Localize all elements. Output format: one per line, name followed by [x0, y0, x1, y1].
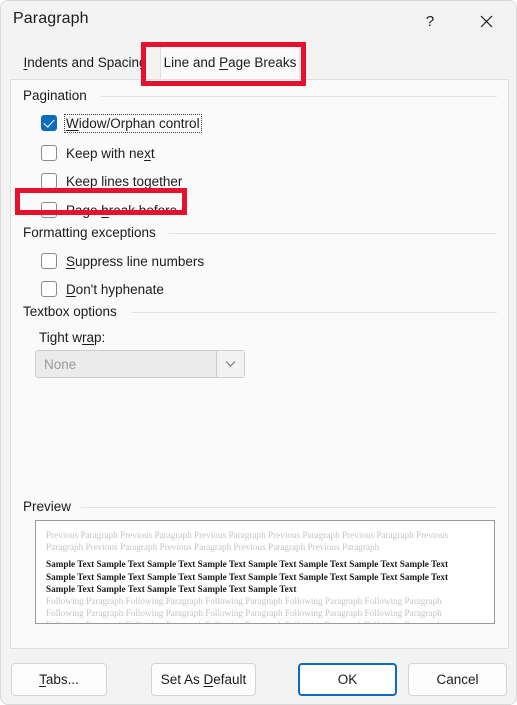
checkbox-label: Suppress line numbers	[66, 253, 205, 269]
preview-sample-line: Sample Text Sample Text Sample Text Samp…	[46, 571, 449, 582]
paragraph-preview: Previous Paragraph Previous Paragraph Pr…	[35, 520, 495, 624]
preview-following-line: Following Paragraph Following Paragraph …	[46, 619, 484, 623]
cancel-button-label: Cancel	[436, 672, 479, 687]
tight-wrap-label: Tight wrap:	[39, 330, 106, 345]
preview-previous-line: Previous Paragraph Previous Paragraph Pr…	[46, 530, 449, 540]
tab-indents-and-spacing[interactable]: Indents and Spacing	[10, 46, 160, 79]
checkbox-box	[41, 202, 57, 218]
group-rule-textbox-options	[131, 312, 497, 313]
group-label-pagination: Pagination	[23, 88, 94, 103]
checkbox-widow-orphan-control[interactable]: Widow/Orphan control	[41, 112, 202, 134]
help-icon[interactable]: ?	[414, 5, 446, 37]
tab-indents-and-spacing-label: Indents and Spacing	[23, 55, 147, 70]
checkbox-suppress-line-numbers[interactable]: Suppress line numbers	[41, 250, 204, 272]
set-as-default-button[interactable]: Set As Default	[151, 663, 256, 696]
checkbox-label: Don't hyphenate	[66, 281, 164, 297]
tab-line-and-page-breaks[interactable]: Line and Page Breaks	[160, 46, 300, 79]
checkbox-label: Page break before	[66, 202, 178, 218]
checkbox-page-break-before[interactable]: Page break before	[41, 199, 177, 221]
group-rule-formatting-exceptions	[169, 233, 497, 234]
preview-previous-line: Paragraph Previous Paragraph Previous Pa…	[46, 542, 380, 553]
tab-line-and-page-breaks-label: Line and Page Breaks	[163, 55, 297, 70]
checkbox-box	[41, 253, 57, 269]
cancel-button[interactable]: Cancel	[408, 663, 507, 696]
checkbox-box	[41, 115, 57, 131]
ok-button[interactable]: OK	[298, 663, 397, 696]
checkbox-keep-lines-together[interactable]: Keep lines together	[41, 170, 182, 192]
paragraph-dialog: Paragraph ? Indents and Spacing Line and…	[0, 0, 517, 705]
tight-wrap-dropdown[interactable]: None	[35, 350, 245, 378]
checkbox-box	[41, 145, 57, 161]
group-label-preview: Preview	[23, 499, 79, 514]
title-bar: Paragraph ?	[1, 1, 516, 41]
set-as-default-button-label: Set As Default	[160, 672, 247, 687]
group-rule-preview	[81, 507, 497, 508]
checkbox-dont-hyphenate[interactable]: Don't hyphenate	[41, 278, 164, 300]
tight-wrap-value: None	[44, 356, 77, 372]
preview-sample-line: Sample Text Sample Text Sample Text Samp…	[46, 559, 449, 570]
checkbox-keep-with-next[interactable]: Keep with next	[41, 142, 155, 164]
checkbox-label: Keep with next	[66, 145, 155, 161]
checkbox-box	[41, 173, 57, 189]
group-label-formatting-exceptions: Formatting exceptions	[23, 225, 163, 240]
tab-page-line-and-page-breaks: Pagination Widow/Orphan control Keep wit…	[10, 79, 509, 649]
group-rule-pagination	[101, 96, 497, 97]
close-icon[interactable]	[463, 5, 509, 37]
tabs-button-label: Tabs...	[39, 672, 79, 687]
dialog-title: Paragraph	[13, 10, 89, 27]
chevron-down-icon	[216, 351, 244, 377]
checkbox-label: Widow/Orphan control	[64, 113, 202, 133]
ok-button-label: OK	[337, 672, 358, 687]
checkbox-box	[41, 281, 57, 297]
tab-strip: Indents and Spacing Line and Page Breaks	[10, 46, 509, 80]
preview-following-line: Following Paragraph Following Paragraph …	[46, 608, 442, 619]
group-label-textbox-options: Textbox options	[23, 304, 124, 319]
preview-following-line: Following Paragraph Following Paragraph …	[46, 596, 442, 607]
checkbox-label: Keep lines together	[66, 173, 183, 189]
tabs-button[interactable]: Tabs...	[11, 663, 107, 696]
preview-sample-line: Sample Text Sample Text Sample Text Samp…	[46, 583, 297, 594]
